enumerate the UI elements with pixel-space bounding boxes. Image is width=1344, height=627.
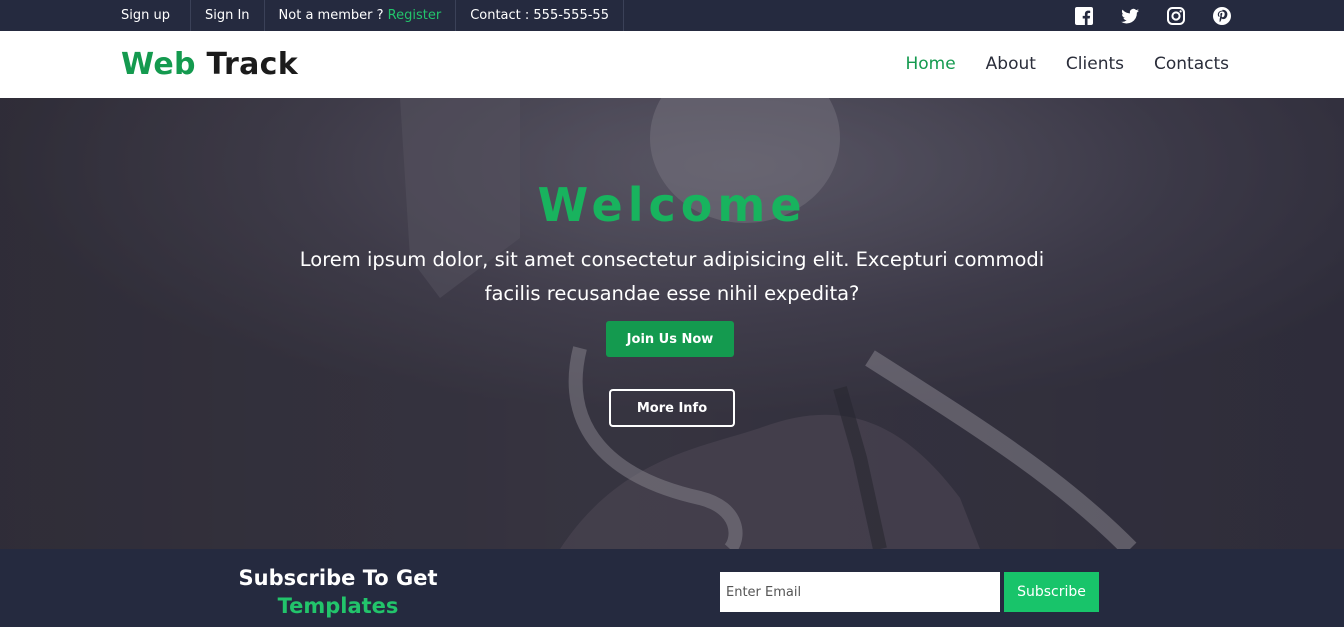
join-us-button[interactable]: Join Us Now [606,321,734,357]
register-link[interactable]: Register [388,8,442,23]
top-bar: Sign up Sign In Not a member ? Register … [0,0,1344,31]
logo-web: Web [121,47,196,82]
member-text: Not a member ? Register [265,0,457,31]
subscribe-button[interactable]: Subscribe [1004,572,1099,612]
subscribe-title-line1: Subscribe To Get [238,566,438,590]
twitter-icon[interactable] [1120,6,1140,26]
subscribe-title-line2: Templates [277,594,399,618]
more-info-button[interactable]: More Info [609,389,735,427]
hero-title: Welcome [537,178,807,232]
nav-item-home[interactable]: Home [905,54,955,74]
social-links [1074,6,1232,26]
pinterest-icon[interactable] [1212,6,1232,26]
nav-item-clients[interactable]: Clients [1066,54,1124,74]
logo-track: Track [206,47,298,82]
subscribe-section: Subscribe To Get Templates Subscribe [0,549,1344,627]
top-links: Sign up Sign In Not a member ? Register … [107,0,624,31]
main-navbar: Web Track Home About Clients Contacts [0,31,1344,98]
signup-link[interactable]: Sign up [107,0,191,31]
nav-item-contacts[interactable]: Contacts [1154,54,1229,74]
member-prefix: Not a member ? [278,8,384,23]
hero-section: Welcome Lorem ipsum dolor, sit amet cons… [0,98,1344,549]
hero-text: Lorem ipsum dolor, sit amet consectetur … [299,248,1045,305]
facebook-icon[interactable] [1074,6,1094,26]
contact-text: Contact : 555-555-55 [456,0,624,31]
nav-menu: Home About Clients Contacts [905,54,1229,74]
nav-item-about[interactable]: About [986,54,1036,74]
signin-link[interactable]: Sign In [191,0,265,31]
email-field[interactable] [720,572,1000,612]
logo[interactable]: Web Track [121,47,298,82]
subscribe-title: Subscribe To Get Templates [238,564,438,620]
instagram-icon[interactable] [1166,6,1186,26]
